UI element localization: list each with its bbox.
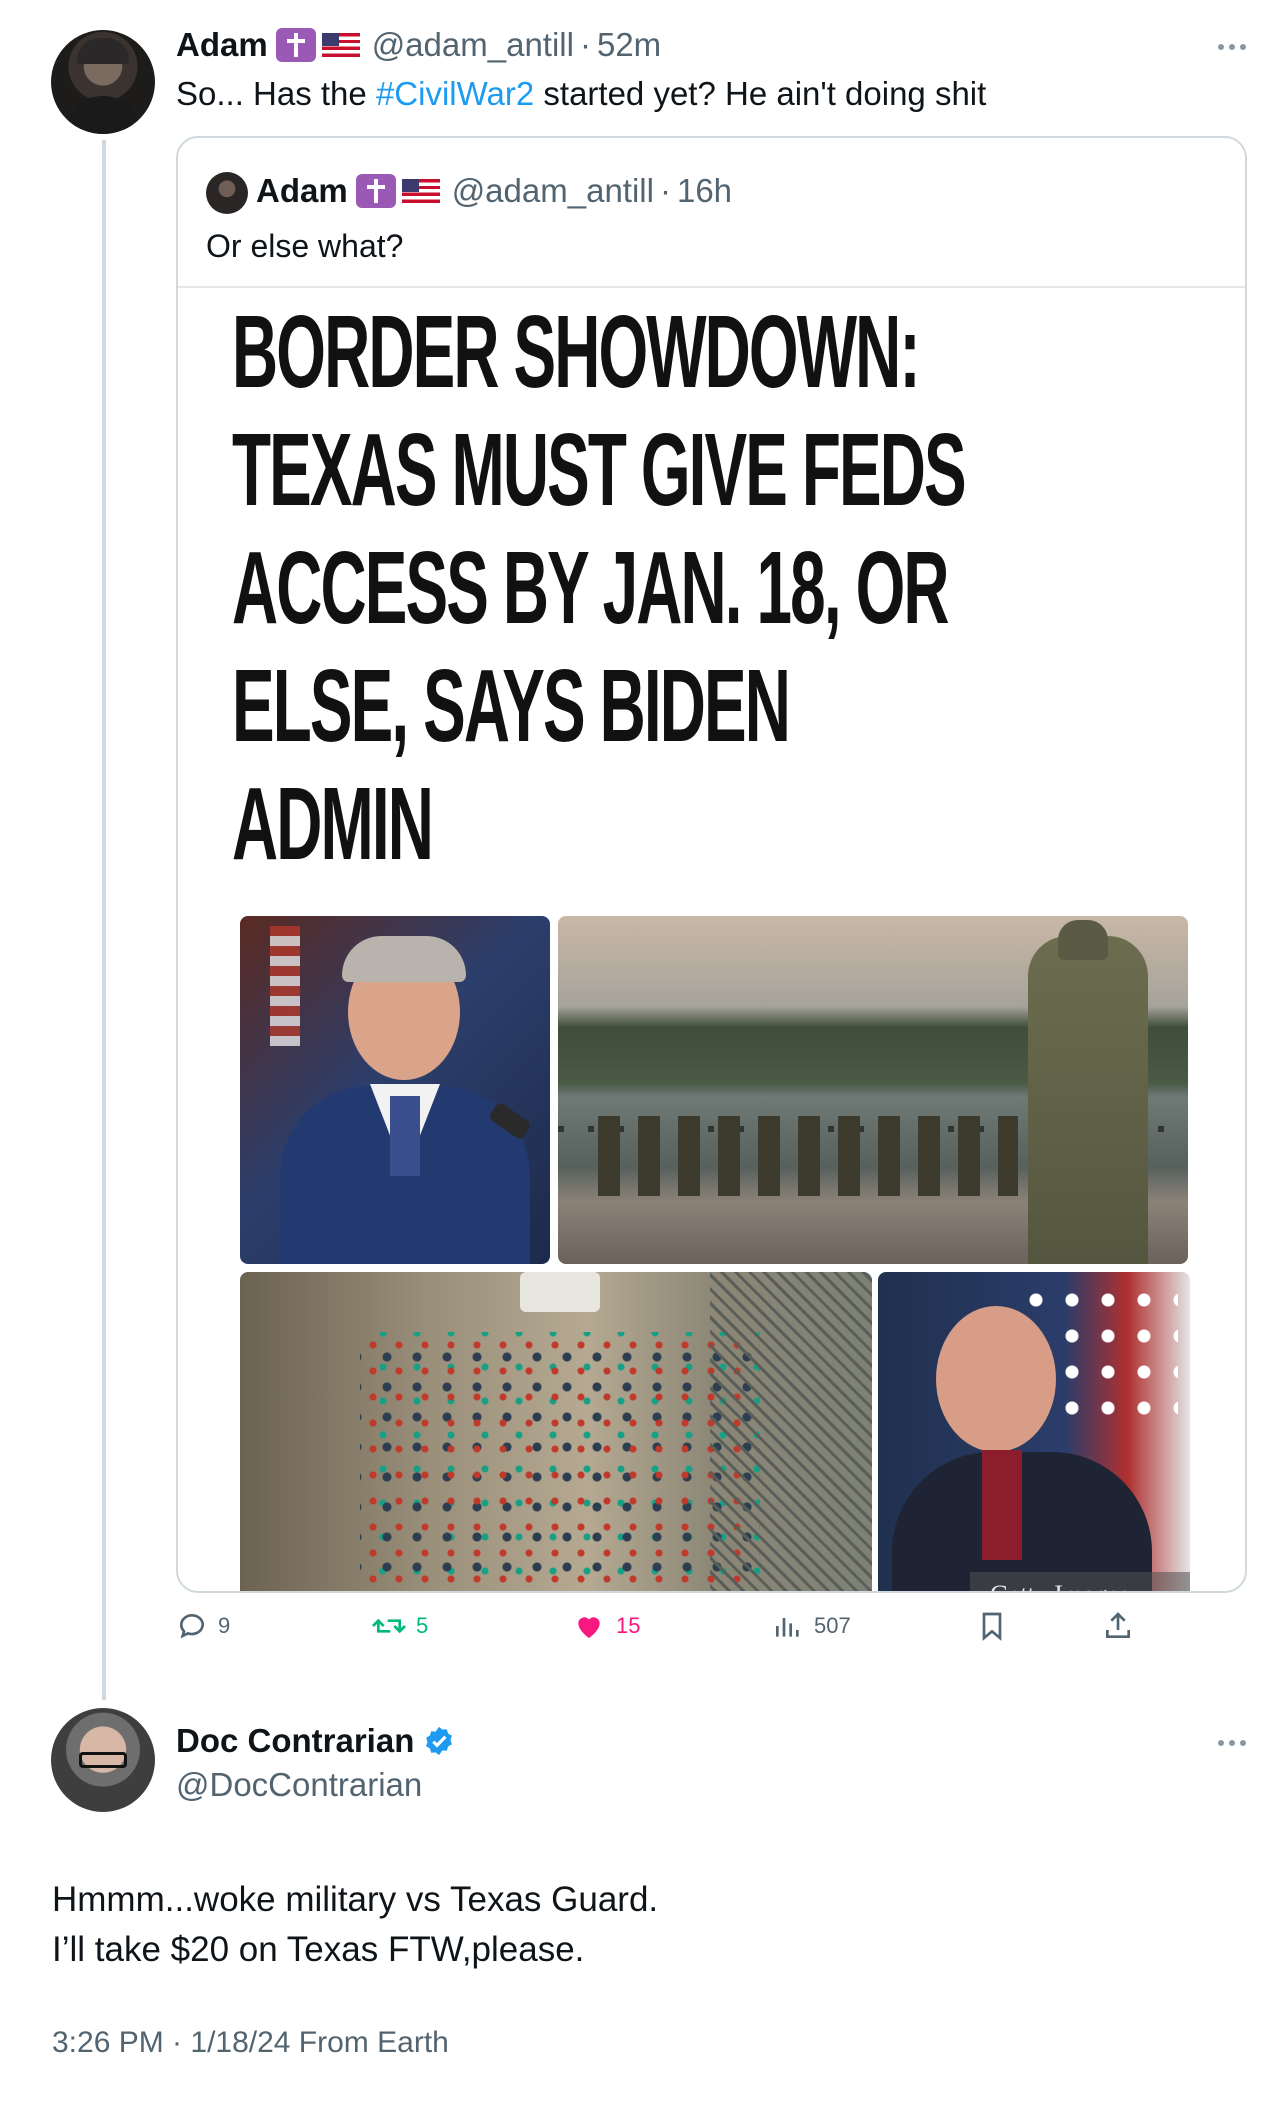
views-icon xyxy=(776,1618,799,1637)
bookmark-button[interactable] xyxy=(976,1610,1008,1642)
timestamp[interactable]: 52m xyxy=(597,26,661,64)
photo-credit: Getty Images xyxy=(970,1572,1190,1591)
share-icon xyxy=(1106,1612,1130,1638)
headline-image-text: BORDER SHOWDOWN: TEXAS MUST GIVE FEDS AC… xyxy=(232,293,1224,883)
reply-author-name[interactable]: Doc Contrarian xyxy=(176,1722,414,1760)
reply-author-handle[interactable]: @DocContrarian xyxy=(176,1766,422,1804)
tweet-text-start: So... Has the xyxy=(176,75,376,112)
divider xyxy=(178,286,1245,288)
repost-button[interactable]: 5 xyxy=(372,1610,428,1642)
reply-icon xyxy=(180,1614,204,1639)
verified-icon xyxy=(426,1726,453,1756)
share-button[interactable] xyxy=(1102,1610,1134,1642)
separator-dot: · xyxy=(659,172,671,209)
reply-timestamp-source[interactable]: 3:26 PM · 1/18/24 From Earth xyxy=(52,2026,449,2060)
quote-text: Or else what? xyxy=(206,228,404,264)
reply-text-line: I’ll take $20 on Texas FTW,please. xyxy=(52,1930,585,1969)
photo-official-speaking: Getty Images xyxy=(878,1272,1190,1591)
tweet-text: So... Has the #CivilWar2 started yet? He… xyxy=(176,75,986,113)
quote-author-name: Adam xyxy=(256,172,348,209)
like-count: 15 xyxy=(616,1613,641,1638)
cross-emoji-icon xyxy=(355,174,396,208)
views-count: 507 xyxy=(814,1613,851,1638)
photo-migrants-path xyxy=(240,1272,872,1591)
repost-count: 5 xyxy=(416,1613,429,1638)
reply-avatar[interactable] xyxy=(51,1708,155,1812)
tweet-text-end: started yet? He ain't doing shit xyxy=(534,75,987,112)
headline-line: BORDER SHOWDOWN: xyxy=(232,294,921,409)
reply-text-line: Hmmm...woke military vs Texas Guard. xyxy=(52,1880,659,1919)
tweet-header: Adam @adam_antill · 52m xyxy=(176,26,661,64)
reply-count: 9 xyxy=(218,1613,231,1638)
avatar[interactable] xyxy=(51,30,155,134)
quoted-tweet-card[interactable]: Adam @adam_antill · 16h Or else what? BO… xyxy=(176,136,1247,1593)
action-bar: 9 5 15 507 xyxy=(176,1610,1176,1650)
views-button[interactable]: 507 xyxy=(772,1610,851,1642)
photo-soldiers-river xyxy=(558,916,1188,1264)
bookmark-icon xyxy=(982,1612,1002,1641)
photo-politician-podium xyxy=(240,916,550,1264)
headline-line: ADMIN xyxy=(232,766,434,881)
author-handle[interactable]: @adam_antill xyxy=(372,26,574,64)
thread-line xyxy=(102,140,106,1700)
more-icon[interactable] xyxy=(1218,44,1246,50)
like-button[interactable]: 15 xyxy=(572,1610,640,1642)
hashtag-link[interactable]: #CivilWar2 xyxy=(376,75,534,112)
quote-author-handle: @adam_antill xyxy=(451,172,654,209)
like-icon xyxy=(578,1617,600,1638)
quote-avatar[interactable] xyxy=(206,172,248,214)
repost-icon xyxy=(372,1618,406,1634)
headline-line: TEXAS MUST GIVE FEDS xyxy=(232,412,967,527)
quote-header: Adam @adam_antill · 16h xyxy=(256,172,732,210)
reply-button[interactable]: 9 xyxy=(176,1610,230,1642)
cross-emoji-icon xyxy=(275,28,316,62)
headline-line: ACCESS BY JAN. 18, OR xyxy=(232,530,950,645)
separator-dot: · xyxy=(579,26,591,63)
headline-line: ELSE, SAYS BIDEN xyxy=(232,648,791,763)
us-flag-icon xyxy=(321,33,360,57)
quote-timestamp: 16h xyxy=(676,172,733,209)
author-name[interactable]: Adam xyxy=(176,26,268,64)
more-icon[interactable] xyxy=(1218,1740,1246,1746)
reply-header: Doc Contrarian xyxy=(176,1722,456,1760)
us-flag-icon xyxy=(401,179,440,203)
